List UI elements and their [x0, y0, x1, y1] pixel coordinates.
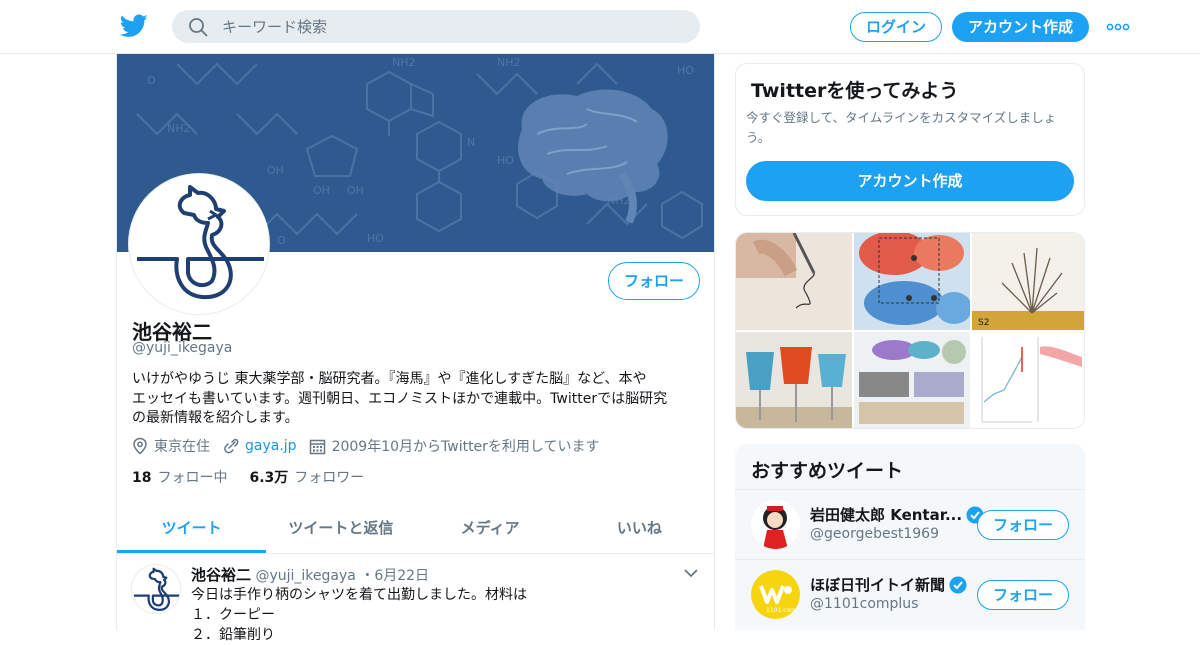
tweet-line: ２．鉛筆削り	[191, 627, 275, 643]
svg-text:OH: OH	[313, 184, 330, 197]
tweet-header: 池谷裕二 @yuji_ikegaya ・6月22日	[191, 564, 429, 585]
follow-counts: 18 フォロー中 6.3万 フォロワー	[132, 467, 386, 487]
seahorse-logo-icon	[133, 567, 180, 611]
recommended-account[interactable]: 1101.com ほぼ日刊イトイ新聞 @1101complus フォロー	[735, 560, 1085, 630]
signup-card-button[interactable]: アカウント作成	[746, 161, 1074, 201]
verified-badge-icon	[949, 576, 967, 593]
account-handle[interactable]: @1101complus	[810, 596, 918, 612]
tweet-item[interactable]: 池谷裕二 @yuji_ikegaya ・6月22日 今日は手作り柄のシャツを着て…	[117, 554, 714, 643]
tweet-line: １．クーピー	[191, 607, 275, 623]
signup-card-title: Twitterを使ってみよう	[751, 80, 959, 102]
joined-text: 2009年10月からTwitterを利用しています	[331, 439, 600, 455]
svg-text:HO: HO	[677, 64, 694, 77]
tab-media[interactable]: メディア	[416, 506, 565, 553]
svg-text:NH2: NH2	[167, 122, 191, 135]
tweet-author-name[interactable]: 池谷裕二	[191, 566, 251, 584]
media-thumbnail[interactable]	[736, 233, 852, 330]
tab-tweets-and-replies[interactable]: ツイートと返信	[266, 506, 415, 553]
media-grid: S2	[735, 232, 1085, 429]
website-link[interactable]: gaya.jp	[245, 438, 297, 454]
twitter-bird-icon[interactable]	[120, 13, 148, 39]
svg-text:O: O	[147, 74, 156, 87]
seahorse-logo-icon	[137, 185, 264, 300]
search-input[interactable]	[222, 10, 682, 43]
media-thumbnail[interactable]	[854, 332, 970, 429]
recommended-account[interactable]: 岩田健太郎 Kentar... @georgebest1969 フォロー	[735, 490, 1085, 560]
bio-line: の最新情報を紹介します。	[132, 410, 299, 426]
tweet-avatar[interactable]	[131, 564, 181, 614]
follow-button[interactable]: フォロー	[977, 510, 1069, 540]
svg-text:O: O	[277, 234, 286, 247]
profile-avatar[interactable]	[129, 174, 269, 314]
tab-likes[interactable]: いいね	[565, 506, 714, 553]
account-name-row[interactable]: 岩田健太郎 Kentar...	[810, 504, 984, 525]
tweet-line: 今日は手作り柄のシャツを着て出勤しました。材料は	[191, 587, 527, 603]
cartoon-avatar-image	[751, 500, 800, 549]
top-navigation-bar: ログイン アカウント作成	[0, 0, 1200, 54]
profile-meta: 東京在住 gaya.jp 2009年10月からTwitterを利用しています	[132, 436, 612, 456]
account-avatar[interactable]: 1101.com	[751, 570, 800, 619]
bio-line: エッセイも書いています。週刊朝日、エコノミストほかで連載中。Twitterでは脳…	[132, 390, 668, 407]
tweet-date[interactable]: 6月22日	[374, 568, 429, 584]
tab-tweets[interactable]: ツイート	[117, 506, 267, 553]
profile-handle: @yuji_ikegaya	[132, 340, 233, 356]
website-item[interactable]: gaya.jp	[222, 438, 297, 455]
following-count[interactable]: 18 フォロー中	[132, 467, 227, 487]
more-options-icon[interactable]	[1106, 23, 1130, 31]
follow-profile-button[interactable]: フォロー	[608, 262, 700, 300]
svg-text:OH: OH	[347, 184, 364, 197]
search-icon	[189, 18, 208, 37]
svg-text:1101.com: 1101.com	[766, 607, 796, 614]
joined-item: 2009年10月からTwitterを利用しています	[309, 436, 600, 456]
link-icon	[224, 438, 239, 453]
svg-text:NH2: NH2	[497, 56, 521, 69]
followers-count[interactable]: 6.3万 フォロワー	[249, 467, 364, 487]
svg-text:OH: OH	[267, 164, 284, 177]
tweet-separator: ・	[360, 568, 375, 584]
location-pin-icon	[133, 437, 147, 455]
svg-text:NH2: NH2	[392, 56, 416, 69]
media-thumbnail[interactable]	[736, 332, 852, 429]
media-thumbnail[interactable]	[972, 332, 1085, 429]
profile-bio: いけがやゆうじ 東大薬学部・脳研究者。『海馬』や『進化しすぎた脳』など、本や エ…	[132, 370, 702, 429]
profile-tabs: ツイート ツイートと返信 メディア いいね	[117, 506, 714, 554]
location-text: 東京在住	[154, 439, 210, 455]
recommended-title: おすすめツイート	[751, 460, 904, 482]
media-thumbnail[interactable]: S2	[972, 233, 1085, 330]
account-name[interactable]: ほぼ日刊イトイ新聞	[810, 574, 945, 595]
search-box[interactable]	[172, 10, 700, 43]
location-item: 東京在住	[132, 436, 210, 456]
account-handle[interactable]: @georgebest1969	[810, 526, 939, 542]
follow-button[interactable]: フォロー	[977, 580, 1069, 610]
account-name[interactable]: 岩田健太郎 Kentar...	[810, 504, 962, 525]
tweet-author-handle[interactable]: @yuji_ikegaya	[255, 568, 355, 584]
media-thumbnail[interactable]	[854, 233, 970, 330]
svg-text:HO: HO	[497, 154, 514, 167]
signup-card: Twitterを使ってみよう 今すぐ登録して、タイムラインをカスタマイズしましょ…	[735, 63, 1085, 216]
svg-text:N: N	[467, 136, 475, 149]
account-avatar[interactable]	[751, 500, 800, 549]
signup-card-description: 今すぐ登録して、タイムラインをカスタマイズしましょう。	[746, 110, 1057, 145]
calendar-icon	[309, 439, 325, 454]
bio-line: いけがやゆうじ 東大薬学部・脳研究者。『海馬』や『進化しすぎた脳』など、本や	[132, 371, 647, 387]
recommended-tweets: おすすめツイート 岩田健太郎 Kentar... @georgebest1969…	[735, 444, 1085, 630]
account-name-row[interactable]: ほぼ日刊イトイ新聞	[810, 574, 967, 595]
signup-button[interactable]: アカウント作成	[952, 12, 1089, 42]
tweet-text: 今日は手作り柄のシャツを着て出勤しました。材料は １．クーピー ２．鉛筆削り	[191, 585, 527, 645]
profile-column: O NH2 NH2 OH OH NH2 OH N HO HO NH2 H HO …	[116, 54, 715, 643]
hobonichi-logo-image: 1101.com	[751, 570, 800, 619]
svg-text:S2: S2	[978, 318, 989, 328]
chevron-down-icon[interactable]	[683, 568, 699, 578]
svg-text:HO: HO	[367, 232, 384, 245]
login-button[interactable]: ログイン	[850, 12, 942, 42]
brain-illustration	[518, 89, 668, 224]
